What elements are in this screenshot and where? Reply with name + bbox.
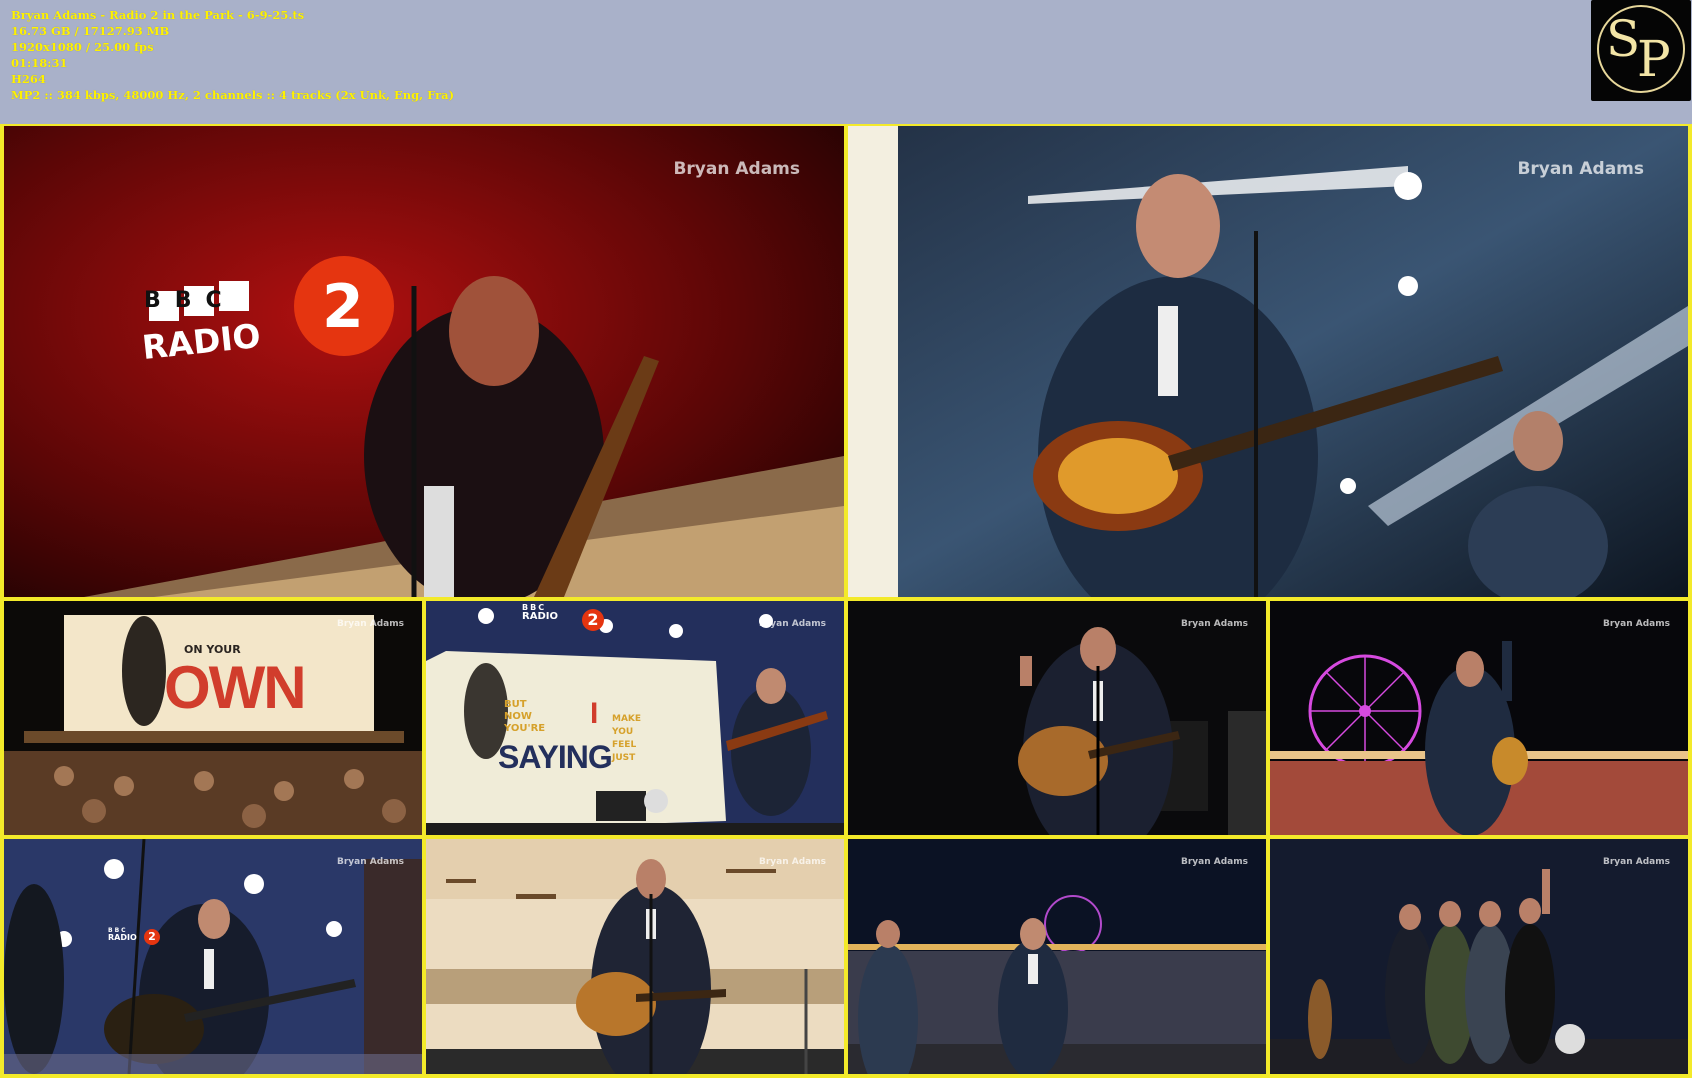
- video-codec: H264: [11, 72, 46, 86]
- file-info-panel: Bryan Adams - Radio 2 in the Park - 6-9-…: [11, 7, 454, 103]
- thumbnail-9[interactable]: Bryan Adams: [848, 839, 1266, 1074]
- stage-two-text: 2: [582, 609, 604, 631]
- watermark: Bryan Adams: [1517, 159, 1644, 179]
- thumbnail-10[interactable]: Bryan Adams: [1270, 839, 1688, 1074]
- thumbnail-10-image: [1270, 839, 1688, 1074]
- thumbnail-1-image: [4, 126, 844, 597]
- stage-radio-text: RADIO: [522, 611, 558, 622]
- stage-bbc-text: BBC: [144, 288, 236, 313]
- stage-two-text: 2: [144, 929, 160, 945]
- file-size: 16.73 GB / 17127.93 MB: [11, 24, 170, 38]
- thumbnail-7[interactable]: BBC RADIO 2 Bryan Adams: [4, 839, 422, 1074]
- thumbnail-9-image: [848, 839, 1266, 1074]
- watermark: Bryan Adams: [1181, 857, 1248, 867]
- thumbnail-3[interactable]: ON YOUR OWN Bryan Adams: [4, 601, 422, 835]
- thumbnail-2[interactable]: Bryan Adams: [848, 126, 1688, 597]
- logo-letter-p: P: [1637, 30, 1671, 88]
- thumbnail-2-image: [848, 126, 1688, 597]
- stage-radio-text: RADIO: [108, 933, 137, 942]
- thumbnail-4[interactable]: BBC RADIO 2 BUT NOW YOU'RE SAYING I MAKE…: [426, 601, 844, 835]
- video-duration: 01:18:31: [11, 56, 68, 70]
- watermark: Bryan Adams: [673, 159, 800, 179]
- watermark: Bryan Adams: [1603, 619, 1670, 629]
- video-resolution: 1920x1080 / 25.00 fps: [11, 40, 154, 54]
- watermark: Bryan Adams: [759, 619, 826, 629]
- watermark: Bryan Adams: [337, 619, 404, 629]
- thumbnail-5[interactable]: Bryan Adams: [848, 601, 1266, 835]
- stage-two-text: 2: [322, 272, 364, 342]
- stage-make-you-text: MAKE YOU FEEL JUST: [612, 714, 642, 763]
- thumbnail-7-image: [4, 839, 422, 1074]
- audio-info: MP2 :: 384 kbps, 48000 Hz, 2 channels ::…: [11, 88, 455, 102]
- watermark: Bryan Adams: [1603, 857, 1670, 867]
- thumbnail-5-image: [848, 601, 1266, 835]
- thumbnail-1[interactable]: BBC RADIO 2 Bryan Adams: [4, 126, 844, 597]
- stage-i-text: I: [590, 697, 599, 730]
- stage-own-text: OWN: [164, 654, 307, 721]
- thumbnail-6-image: [1270, 601, 1688, 835]
- sp-logo: S P: [1591, 0, 1691, 101]
- thumbnail-8[interactable]: Bryan Adams: [426, 839, 844, 1074]
- logo-letter-s: S: [1606, 10, 1641, 68]
- watermark: Bryan Adams: [1181, 619, 1248, 629]
- watermark: Bryan Adams: [759, 857, 826, 867]
- thumbnail-8-image: [426, 839, 844, 1074]
- file-name: Bryan Adams - Radio 2 in the Park - 6-9-…: [11, 8, 305, 22]
- thumbnail-6[interactable]: Bryan Adams: [1270, 601, 1688, 835]
- stage-but-now-text: BUT NOW YOU'RE: [504, 699, 546, 734]
- watermark: Bryan Adams: [337, 857, 404, 867]
- thumbnail-grid: BBC RADIO 2 Bryan Adams Bryan Adams ON Y…: [0, 124, 1692, 1078]
- stage-saying-text: SAYING: [498, 739, 613, 775]
